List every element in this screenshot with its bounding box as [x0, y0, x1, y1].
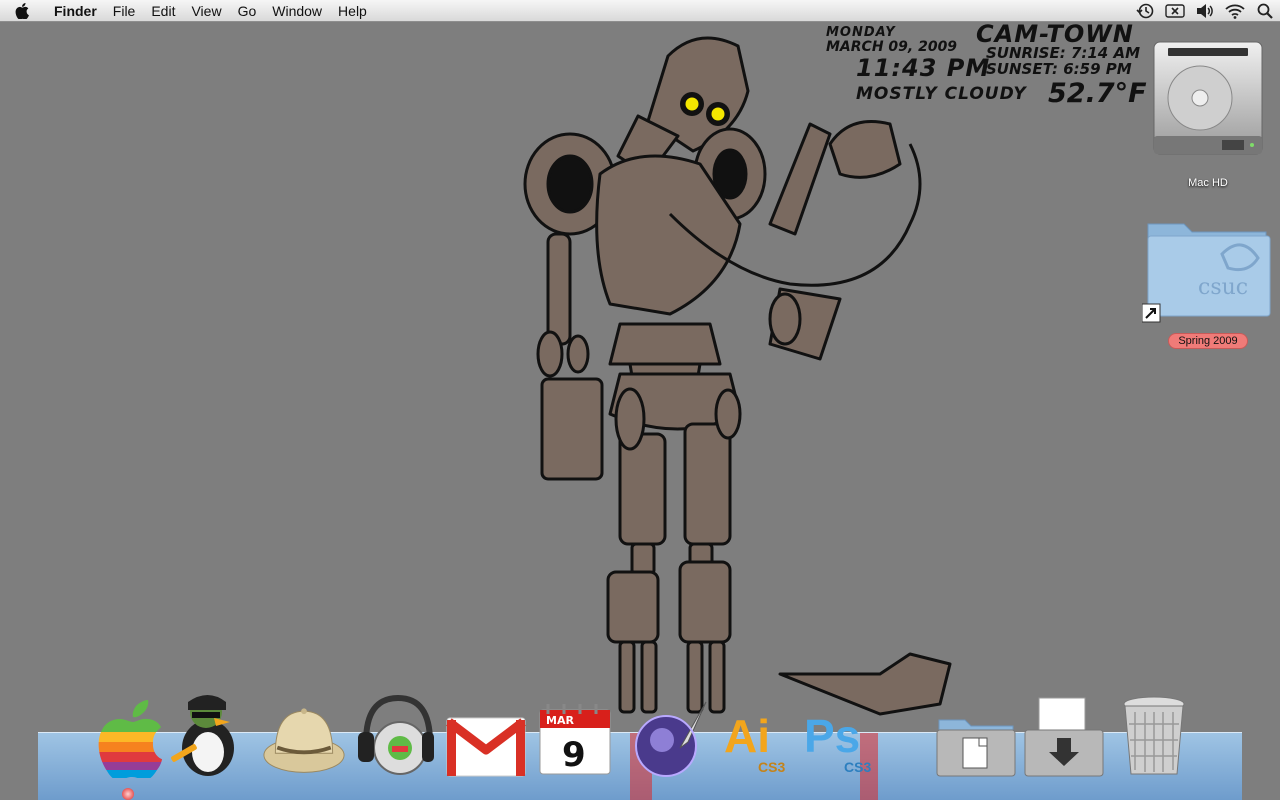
time-machine-icon[interactable] [1130, 0, 1160, 22]
folder-alias-icon: csuc [1141, 223, 1271, 323]
dock-safari-helmet-icon[interactable] [262, 688, 346, 778]
menu-window[interactable]: Window [264, 0, 330, 22]
volume-icon[interactable] [1190, 0, 1220, 22]
widget-time: 11:43 PM [856, 54, 991, 82]
desktop-label-spring-2009: Spring 2009 [1168, 333, 1248, 349]
widget-city: CAM-TOWN [976, 20, 1134, 48]
dock-penguin-hockey-icon[interactable] [166, 688, 250, 778]
dock-photoshop-icon[interactable]: Ps CS3 [800, 688, 884, 778]
svg-text:csuc: csuc [1198, 275, 1248, 300]
dock-downloads-stack-icon[interactable] [1022, 688, 1106, 778]
dock-app-quill-icon[interactable] [628, 688, 712, 778]
hard-drive-icon [1153, 41, 1263, 155]
menu-edit[interactable]: Edit [143, 0, 183, 22]
widget-day: MONDAY [826, 25, 896, 40]
dock-trash-icon[interactable] [1112, 688, 1196, 778]
widget-condition: MOSTLY CLOUDY [856, 84, 1027, 104]
widget-date: MARCH 09, 2009 [826, 39, 958, 55]
wallpaper-robot-illustration [523, 36, 952, 716]
wifi-icon[interactable] [1220, 0, 1250, 22]
eject-icon[interactable] [1160, 0, 1190, 22]
dock-documents-stack-icon[interactable] [934, 688, 1018, 778]
dock-rainbow-apple-icon[interactable] [88, 688, 172, 778]
apple-menu-icon[interactable] [0, 0, 44, 22]
dock-running-indicator [122, 788, 134, 800]
svg-text:CS3: CS3 [758, 759, 785, 775]
desktop-item-mac-hd[interactable]: Mac HD [1148, 38, 1268, 191]
svg-text:Ps: Ps [804, 710, 860, 762]
desktop-item-spring-2009[interactable]: csuc Spring 2009 [1141, 214, 1274, 349]
widget-temperature: 52.7°F [1048, 78, 1147, 109]
dock-gmail-icon[interactable] [444, 688, 528, 778]
spotlight-search-icon[interactable] [1250, 0, 1280, 22]
desktop-label-mac-hd: Mac HD [1188, 177, 1228, 189]
svg-text:MAR: MAR [546, 714, 574, 727]
svg-text:Ai: Ai [724, 710, 770, 762]
menu-view[interactable]: View [183, 0, 229, 22]
dock: MAR 9 Ai CS3 Ps CS3 [0, 688, 1280, 800]
dock-ical-icon[interactable]: MAR 9 [534, 688, 618, 778]
menu-bar: Finder File Edit View Go Window Help [0, 0, 1280, 22]
menu-finder[interactable]: Finder [44, 0, 105, 22]
menu-file[interactable]: File [105, 0, 144, 22]
menu-go[interactable]: Go [230, 0, 265, 22]
svg-text:CS3: CS3 [844, 759, 871, 775]
svg-text:9: 9 [562, 735, 586, 775]
status-area [1130, 0, 1280, 22]
widget-sunrise: SUNRISE: 7:14 AM [986, 44, 1141, 62]
dock-illustrator-icon[interactable]: Ai CS3 [718, 688, 802, 778]
dock-itunes-headphones-icon[interactable] [354, 688, 438, 778]
menu-help[interactable]: Help [330, 0, 375, 22]
widget-sunset: SUNSET: 6:59 PM [986, 60, 1132, 78]
